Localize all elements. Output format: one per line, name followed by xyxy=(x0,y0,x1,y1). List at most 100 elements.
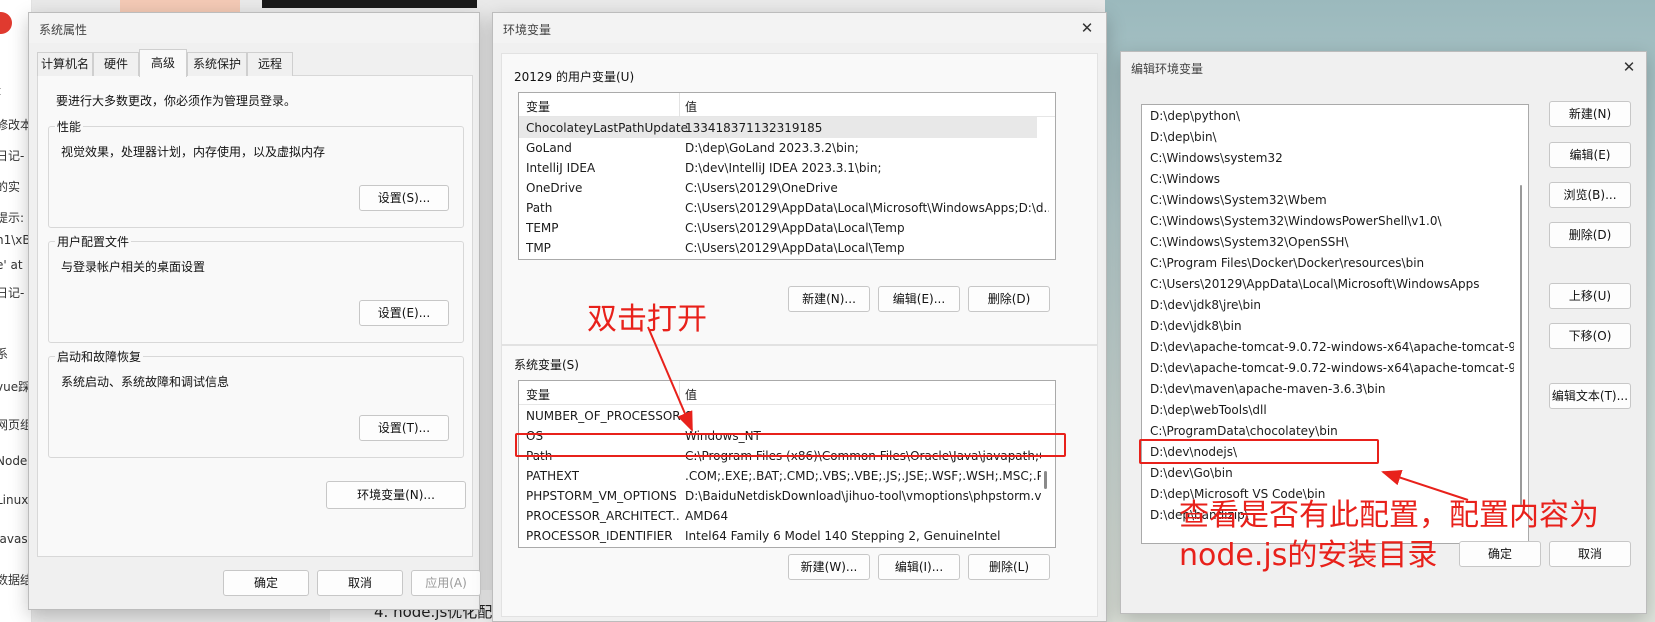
table-row[interactable]: PHPSTORM_VM_OPTIONS D:\BaiduNetdiskDownl… xyxy=(519,485,1055,506)
list-item[interactable]: D:\dev\jdk8\jre\bin xyxy=(1150,295,1514,316)
column-divider[interactable] xyxy=(679,93,680,117)
column-header-value[interactable]: 值 xyxy=(685,386,697,403)
list-item[interactable]: D:\dev\apache-tomcat-9.0.72-windows-x64\… xyxy=(1150,358,1514,379)
titlebar: 编辑环境变量 ✕ xyxy=(1121,52,1646,82)
var-value: C:\Users\20129\AppData\Local\Temp xyxy=(685,241,905,255)
ok-button[interactable]: 确定 xyxy=(1459,541,1541,567)
column-header-value[interactable]: 值 xyxy=(685,98,697,115)
bg-text: Linux xyxy=(0,493,29,507)
list-item[interactable]: C:\Windows xyxy=(1150,169,1514,190)
list-header: 变量 值 xyxy=(519,93,1055,117)
highlight-path-row xyxy=(515,433,1066,457)
var-name: OneDrive xyxy=(526,181,583,195)
var-value: Intel64 Family 6 Model 140 Stepping 2, G… xyxy=(685,529,1001,543)
var-value: C:\Users\20129\OneDrive xyxy=(685,181,838,195)
bg-text: 的实 xyxy=(0,180,21,194)
table-row[interactable]: TMP C:\Users\20129\AppData\Local\Temp xyxy=(519,237,1055,258)
table-row[interactable]: PROCESSOR_IDENTIFIER Intel64 Family 6 Mo… xyxy=(519,525,1055,546)
var-value: AMD64 xyxy=(685,509,729,523)
tab-computer-name[interactable]: 计算机名 xyxy=(37,52,93,76)
column-divider[interactable] xyxy=(679,381,680,405)
var-value: D:\dep\GoLand 2023.3.2\bin; xyxy=(685,141,859,155)
tab-advanced[interactable]: 高级 xyxy=(139,49,187,77)
system-variables-list[interactable]: 变量 值 NUMBER_OF_PROCESSORS 8 OS Windows_N… xyxy=(518,380,1056,548)
list-item[interactable]: C:\Windows\system32 xyxy=(1150,148,1514,169)
environment-variables-button[interactable]: 环境变量(N)... xyxy=(326,481,466,509)
close-icon[interactable]: ✕ xyxy=(1078,19,1096,37)
list-item[interactable]: C:\Windows\System32\Wbem xyxy=(1150,190,1514,211)
table-row[interactable]: PROCESSOR_ARCHITECT... AMD64 xyxy=(519,505,1055,526)
tab-remote[interactable]: 远程 xyxy=(247,52,293,76)
list-item[interactable]: C:\Windows\System32\WindowsPowerShell\v1… xyxy=(1150,211,1514,232)
path-entries-list[interactable]: D:\dep\python\ D:\dep\bin\ C:\Windows\sy… xyxy=(1141,104,1529,544)
list-item[interactable]: D:\dev\Go\bin xyxy=(1150,463,1514,484)
system-edit-button[interactable]: 编辑(I)... xyxy=(878,554,960,580)
apply-button[interactable]: 应用(A) xyxy=(411,570,481,596)
system-new-button[interactable]: 新建(W)... xyxy=(788,554,870,580)
tab-panel-advanced: 要进行大多数更改，你必须作为管理员登录。 性能 视觉效果，处理器计划，内存使用，… xyxy=(37,75,473,557)
user-variables-list[interactable]: 变量 值 ChocolateyLastPathUpdate 1334183711… xyxy=(518,92,1056,260)
performance-settings-button[interactable]: 设置(S)... xyxy=(359,185,449,211)
group-title: 启动和故障恢复 xyxy=(55,348,144,365)
list-item[interactable]: D:\dev\apache-tomcat-9.0.72-windows-x64\… xyxy=(1150,337,1514,358)
table-row[interactable]: Path C:\Users\20129\AppData\Local\Micros… xyxy=(519,197,1055,218)
user-edit-button[interactable]: 编辑(E)... xyxy=(878,286,960,312)
table-row[interactable]: ChocolateyLastPathUpdate 133418371132319… xyxy=(519,117,1037,138)
system-variables-panel: 系统变量(S) 变量 值 NUMBER_OF_PROCESSORS 8 OS W… xyxy=(501,345,1098,617)
user-profile-settings-button[interactable]: 设置(E)... xyxy=(359,300,449,326)
new-path-button[interactable]: 新建(N) xyxy=(1549,101,1631,127)
ok-button[interactable]: 确定 xyxy=(223,570,309,596)
bg-text: 日记- xyxy=(0,149,25,163)
scrollbar-thumb[interactable] xyxy=(1044,471,1047,489)
close-icon[interactable]: ✕ xyxy=(1620,58,1638,76)
bg-text: t xyxy=(0,84,1,98)
table-row[interactable]: GoLand D:\dep\GoLand 2023.3.2\bin; xyxy=(519,137,1055,158)
user-delete-button[interactable]: 删除(D) xyxy=(968,286,1050,312)
cancel-button[interactable]: 取消 xyxy=(317,570,403,596)
table-row[interactable]: PATHEXT .COM;.EXE;.BAT;.CMD;.VBS;.VBE;.J… xyxy=(519,465,1055,486)
var-value: C:\Users\20129\AppData\Local\Temp xyxy=(685,221,905,235)
list-item[interactable]: D:\dev\maven\apache-maven-3.6.3\bin xyxy=(1150,379,1514,400)
table-row[interactable]: NUMBER_OF_PROCESSORS 8 xyxy=(519,405,1055,426)
move-up-button[interactable]: 上移(U) xyxy=(1549,283,1631,309)
user-profile-group: 用户配置文件 与登录帐户相关的桌面设置 设置(E)... xyxy=(48,233,464,343)
titlebar: 系统属性 xyxy=(29,13,479,43)
group-description: 系统启动、系统故障和调试信息 xyxy=(61,375,230,389)
startup-settings-button[interactable]: 设置(T)... xyxy=(359,415,449,441)
delete-path-button[interactable]: 删除(D) xyxy=(1549,222,1631,248)
tab-hardware[interactable]: 硬件 xyxy=(93,52,139,76)
table-row[interactable]: OneDrive C:\Users\20129\OneDrive xyxy=(519,177,1055,198)
table-row[interactable]: TEMP C:\Users\20129\AppData\Local\Temp xyxy=(519,217,1055,238)
list-item[interactable]: D:\dep\webTools\dll xyxy=(1150,400,1514,421)
tab-system-protection[interactable]: 系统保护 xyxy=(187,52,247,76)
column-header-name[interactable]: 变量 xyxy=(526,98,550,115)
browse-button[interactable]: 浏览(B)... xyxy=(1549,182,1631,208)
edit-path-button[interactable]: 编辑(E) xyxy=(1549,142,1631,168)
bg-text: 系 xyxy=(0,345,8,362)
bg-text: 提示: xyxy=(0,211,25,225)
column-header-name[interactable]: 变量 xyxy=(526,386,550,403)
list-item[interactable]: C:\Windows\System32\OpenSSH\ xyxy=(1150,232,1514,253)
list-item[interactable]: C:\Program Files\Docker\Docker\resources… xyxy=(1150,253,1514,274)
cancel-button[interactable]: 取消 xyxy=(1549,541,1631,567)
var-value: 8 xyxy=(685,409,693,423)
var-name: Path xyxy=(526,201,553,215)
list-item[interactable]: D:\dev\jdk8\bin xyxy=(1150,316,1514,337)
var-name: PATHEXT xyxy=(526,469,580,483)
window-title: 环境变量 xyxy=(503,23,552,37)
window-title: 系统属性 xyxy=(39,23,88,37)
scrollbar-thumb[interactable] xyxy=(1520,185,1522,505)
system-delete-button[interactable]: 删除(L) xyxy=(968,554,1050,580)
list-item[interactable]: D:\dep\python\ xyxy=(1150,106,1514,127)
bg-text: vue踩 xyxy=(0,380,31,394)
list-item[interactable]: C:\Users\20129\AppData\Local\Microsoft\W… xyxy=(1150,274,1514,295)
list-header: 变量 值 xyxy=(519,381,1055,405)
table-row[interactable]: IntelliJ IDEA D:\dev\IntelliJ IDEA 2023.… xyxy=(519,157,1055,178)
edit-text-button[interactable]: 编辑文本(T)... xyxy=(1549,383,1631,409)
user-new-button[interactable]: 新建(N)... xyxy=(788,286,870,312)
annotation-check-config: 查看是否有此配置，配置内容为 xyxy=(1179,498,1599,533)
annotation-install-dir: node.js的安装目录 xyxy=(1179,538,1438,573)
move-down-button[interactable]: 下移(O) xyxy=(1549,323,1631,349)
list-item[interactable]: D:\dep\bin\ xyxy=(1150,127,1514,148)
group-title: 性能 xyxy=(55,118,84,135)
